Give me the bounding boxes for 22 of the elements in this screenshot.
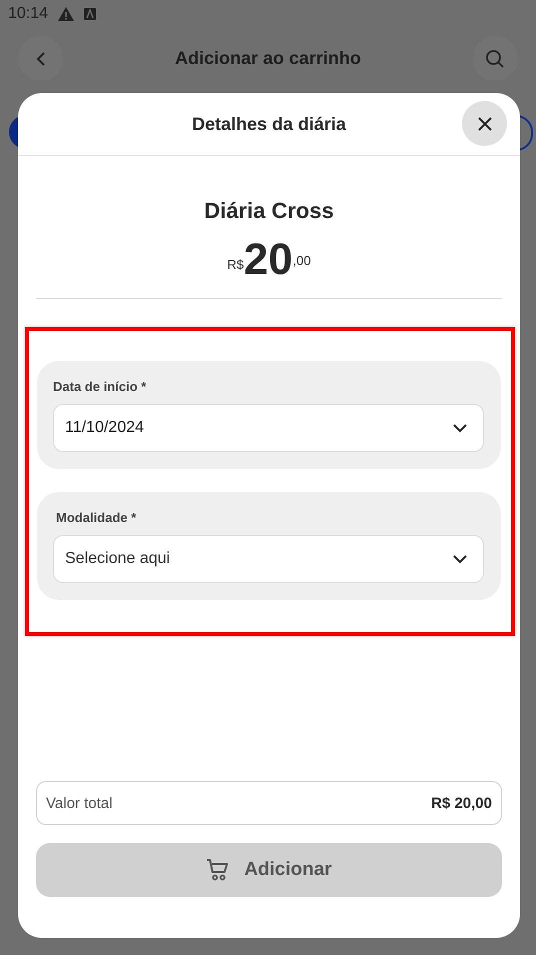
- select-field[interactable]: 11/10/2024: [53, 404, 484, 452]
- notification-icon: [84, 8, 96, 20]
- total-value: R$ 20,00: [431, 794, 492, 812]
- status-time: 10:14: [8, 5, 48, 23]
- search-icon: [485, 48, 506, 68]
- warning-icon: [58, 7, 74, 21]
- chevron-down-icon: [453, 554, 467, 564]
- back-icon: [36, 50, 46, 66]
- price-value: 20: [244, 238, 293, 282]
- currency-symbol: R$: [227, 257, 244, 272]
- price-cents: ,00: [292, 253, 311, 268]
- product-name: Diária Cross: [204, 198, 334, 224]
- cart-icon: [206, 858, 230, 882]
- field-label: Modalidade *: [55, 510, 138, 525]
- close-icon: [476, 116, 492, 132]
- select-field[interactable]: Selecione aqui: [53, 535, 484, 583]
- page-title: Adicionar ao carrinho: [174, 48, 362, 69]
- total-label: Valor total: [46, 794, 112, 812]
- modal-title: Detalhes da diária: [192, 114, 346, 134]
- field-label: Data de início *: [53, 379, 148, 394]
- chevron-down-icon: [453, 424, 467, 432]
- close-button[interactable]: [462, 101, 507, 146]
